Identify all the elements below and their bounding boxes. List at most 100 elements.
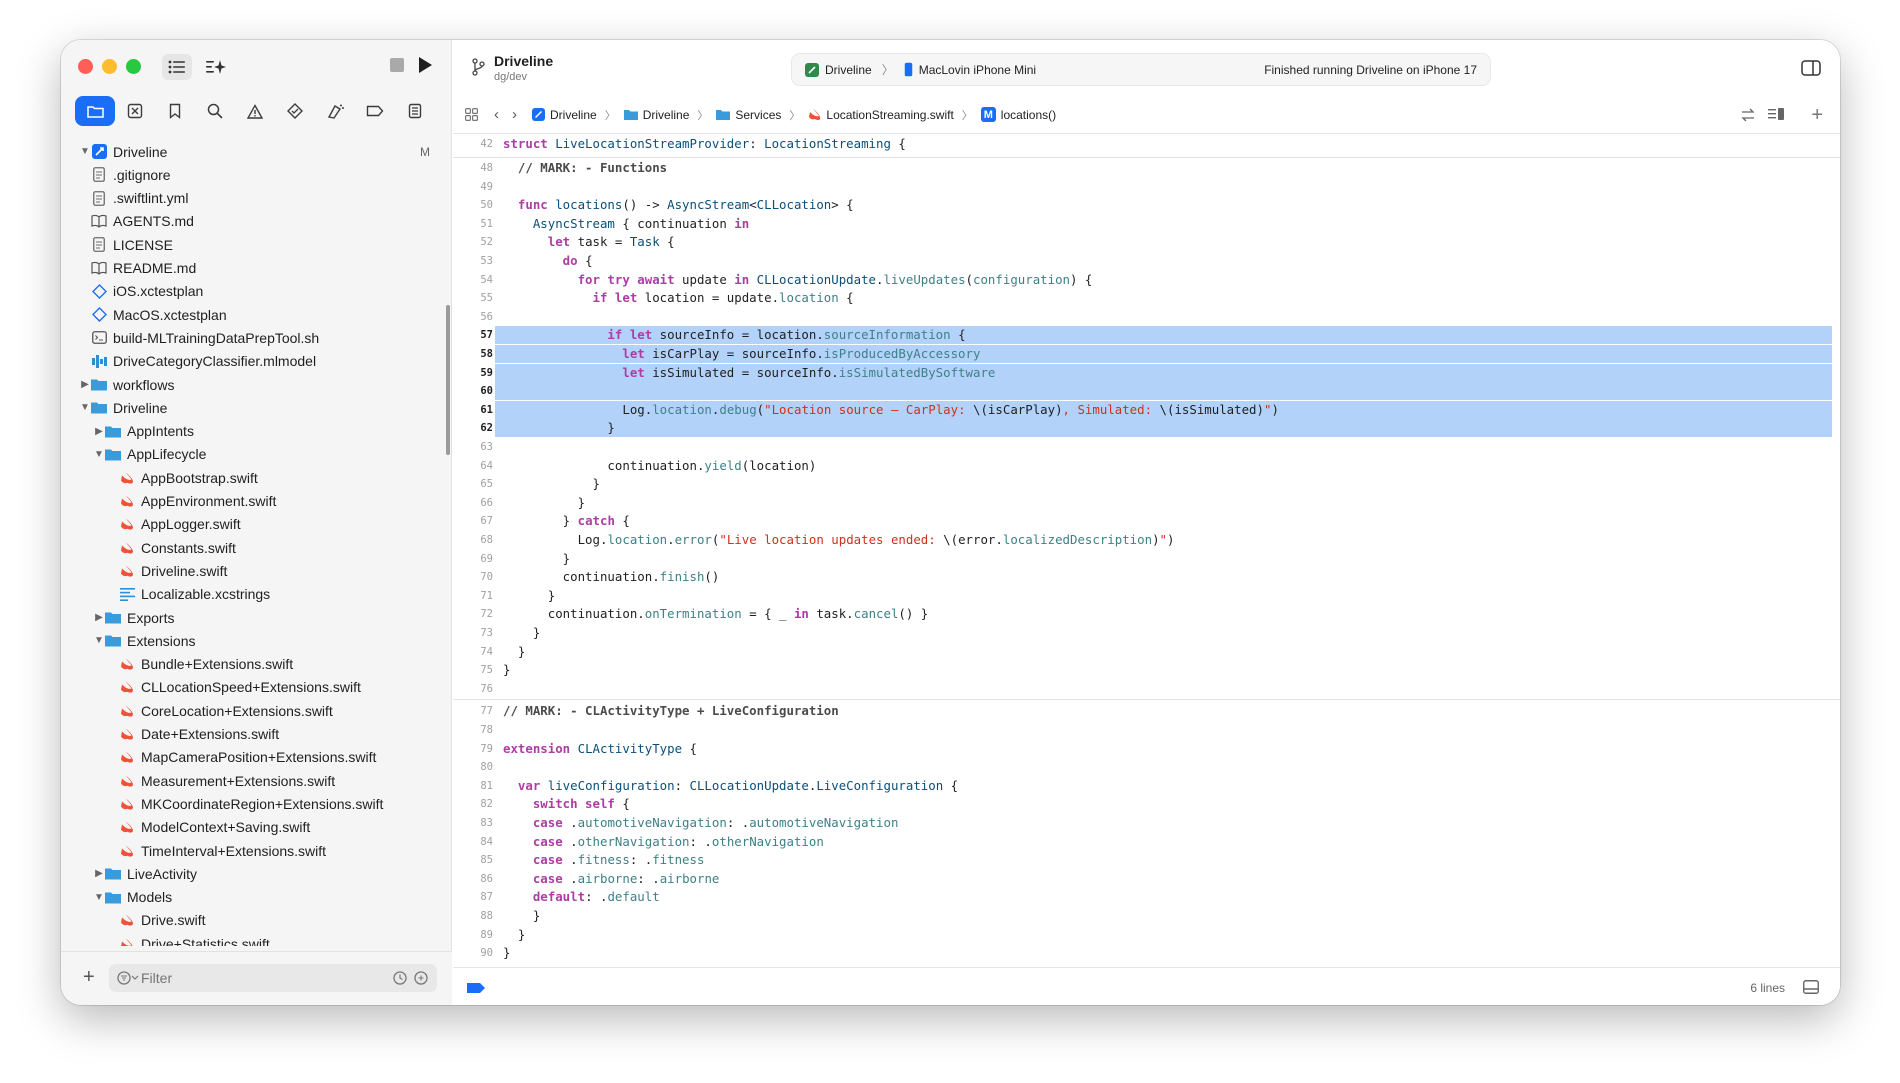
tree-item[interactable]: Drive+Statistics.swift	[107, 932, 270, 946]
tree-item[interactable]: ▼ Driveline	[79, 396, 167, 419]
tree-root-driveline[interactable]: ▼ Driveline M	[79, 140, 452, 163]
line-number[interactable]: 52	[453, 233, 493, 251]
tree-item[interactable]: ▶ AppIntents	[93, 420, 194, 443]
branch-name[interactable]: dg/dev	[494, 71, 527, 83]
line-number[interactable]: 68	[453, 531, 493, 549]
tree-item[interactable]: AGENTS.md	[79, 210, 194, 233]
code-line[interactable]: 57 if let sourceInfo = location.sourceIn…	[453, 326, 1840, 345]
line-number[interactable]: 78	[453, 721, 493, 739]
code-line[interactable]: 52 let task = Task {	[453, 233, 1840, 251]
code-line[interactable]: 87 default: .default	[453, 888, 1840, 906]
tree-item[interactable]: README.md	[79, 257, 196, 280]
tree-item[interactable]: ModelContext+Saving.swift	[107, 816, 310, 839]
line-number[interactable]: 74	[453, 643, 493, 661]
code-line[interactable]: 75}	[453, 661, 1840, 679]
code-line[interactable]: 80	[453, 758, 1840, 776]
debug-navigator-tab[interactable]	[315, 96, 355, 126]
line-number[interactable]: 51	[453, 215, 493, 233]
chevron-right-icon[interactable]: ▶	[93, 612, 105, 623]
breadcrumb-file[interactable]: LocationStreaming.swift	[808, 108, 954, 122]
line-number[interactable]: 72	[453, 605, 493, 623]
code-line[interactable]: 89 }	[453, 926, 1840, 944]
line-number[interactable]: 89	[453, 926, 493, 944]
filter-field[interactable]	[109, 964, 437, 992]
line-number[interactable]: 64	[453, 457, 493, 475]
code-line[interactable]: 88 }	[453, 907, 1840, 925]
tree-item[interactable]: AppLogger.swift	[107, 513, 241, 536]
code-line[interactable]: 84 case .otherNavigation: .otherNavigati…	[453, 833, 1840, 851]
code-line[interactable]: 56	[453, 308, 1840, 326]
code-line[interactable]: 59 let isSimulated = sourceInfo.isSimula…	[453, 363, 1840, 382]
code-line[interactable]: 71 }	[453, 587, 1840, 605]
breakpoint-navigator-tab[interactable]	[355, 96, 395, 126]
code-line[interactable]: 74 }	[453, 643, 1840, 661]
tree-item[interactable]: ▼ Models	[93, 886, 172, 909]
tree-item[interactable]: Constants.swift	[107, 536, 236, 559]
tree-item[interactable]: AppBootstrap.swift	[107, 466, 258, 489]
recent-files-clock-icon[interactable]	[393, 971, 407, 985]
tree-item[interactable]: ▼ Extensions	[93, 629, 195, 652]
chevron-down-icon[interactable]: ▼	[93, 892, 105, 903]
source-control-filter-icon[interactable]	[414, 971, 428, 985]
line-number[interactable]: 55	[453, 289, 493, 307]
chevron-down-icon[interactable]: ▼	[93, 635, 105, 646]
code-line[interactable]: 66 }	[453, 494, 1840, 512]
issue-navigator-tab[interactable]	[235, 96, 275, 126]
breadcrumb-group-driveline[interactable]: Driveline	[623, 108, 689, 122]
line-number[interactable]: 69	[453, 550, 493, 568]
run-button[interactable]	[415, 55, 435, 75]
line-number[interactable]: 54	[453, 271, 493, 289]
report-navigator-tab[interactable]	[395, 96, 435, 126]
editor-options-icon[interactable]	[1768, 108, 1784, 121]
tree-item[interactable]: iOS.xctestplan	[79, 280, 203, 303]
chevron-right-icon[interactable]: ▶	[79, 379, 91, 390]
project-navigator-tab[interactable]	[75, 96, 115, 126]
line-number[interactable]: 84	[453, 833, 493, 851]
line-number[interactable]: 71	[453, 587, 493, 605]
run-destination-selector[interactable]: MacLovin iPhone Mini	[904, 62, 1036, 77]
code-line[interactable]: 76	[453, 680, 1840, 698]
chevron-right-icon[interactable]: ▶	[93, 868, 105, 879]
line-number[interactable]: 88	[453, 907, 493, 925]
code-line[interactable]: 68 Log.location.error("Live location upd…	[453, 531, 1840, 549]
coding-assistant-button[interactable]	[202, 54, 230, 80]
swap-arrows-icon[interactable]	[1740, 108, 1756, 122]
breadcrumb-project[interactable]: Driveline	[532, 108, 597, 122]
tree-item[interactable]: Date+Extensions.swift	[107, 723, 279, 746]
line-number[interactable]: 60	[453, 382, 493, 400]
tree-item[interactable]: AppEnvironment.swift	[107, 490, 276, 513]
source-editor[interactable]: 42 struct LiveLocationStreamProvider: Loc…	[453, 135, 1840, 968]
line-number[interactable]: 65	[453, 475, 493, 493]
code-line[interactable]: 78	[453, 721, 1840, 739]
code-line[interactable]: 49	[453, 178, 1840, 196]
filter-input[interactable]	[141, 968, 361, 988]
line-number[interactable]: 58	[453, 345, 493, 363]
breadcrumb-services[interactable]: Services	[716, 108, 781, 122]
line-number[interactable]: 75	[453, 661, 493, 679]
breadcrumb-symbol[interactable]: Mlocations()	[980, 107, 1056, 122]
line-number[interactable]: 87	[453, 888, 493, 906]
code-line[interactable]: 82 switch self {	[453, 795, 1840, 813]
code-line[interactable]: 42 struct LiveLocationStreamProvider: Loc…	[453, 135, 1840, 153]
code-line[interactable]: 90}	[453, 944, 1840, 962]
toggle-navigator-button[interactable]	[162, 54, 192, 80]
back-chevron-icon[interactable]: ‹	[494, 106, 499, 123]
tree-item[interactable]: MacOS.xctestplan	[79, 303, 227, 326]
tree-item[interactable]: Bundle+Extensions.swift	[107, 653, 293, 676]
line-number[interactable]: 77	[453, 702, 493, 720]
find-navigator-tab[interactable]	[195, 96, 235, 126]
chevron-down-icon[interactable]: ▼	[93, 449, 105, 460]
code-line[interactable]: 54 for try await update in CLLocationUpd…	[453, 271, 1840, 289]
code-line[interactable]: 53 do {	[453, 252, 1840, 270]
line-number[interactable]: 85	[453, 851, 493, 869]
line-number[interactable]: 90	[453, 944, 493, 962]
code-line[interactable]: 73 }	[453, 624, 1840, 642]
code-line[interactable]: 50 func locations() -> AsyncStream<CLLoc…	[453, 196, 1840, 214]
code-line[interactable]: 85 case .fitness: .fitness	[453, 851, 1840, 869]
line-number[interactable]: 62	[453, 419, 493, 437]
chevron-down-icon[interactable]: ▼	[79, 402, 91, 413]
breakpoints-toggle-icon[interactable]	[467, 983, 485, 993]
line-number[interactable]: 61	[453, 401, 493, 419]
minimize-window-button[interactable]	[102, 59, 117, 74]
bookmark-navigator-tab[interactable]	[155, 96, 195, 126]
